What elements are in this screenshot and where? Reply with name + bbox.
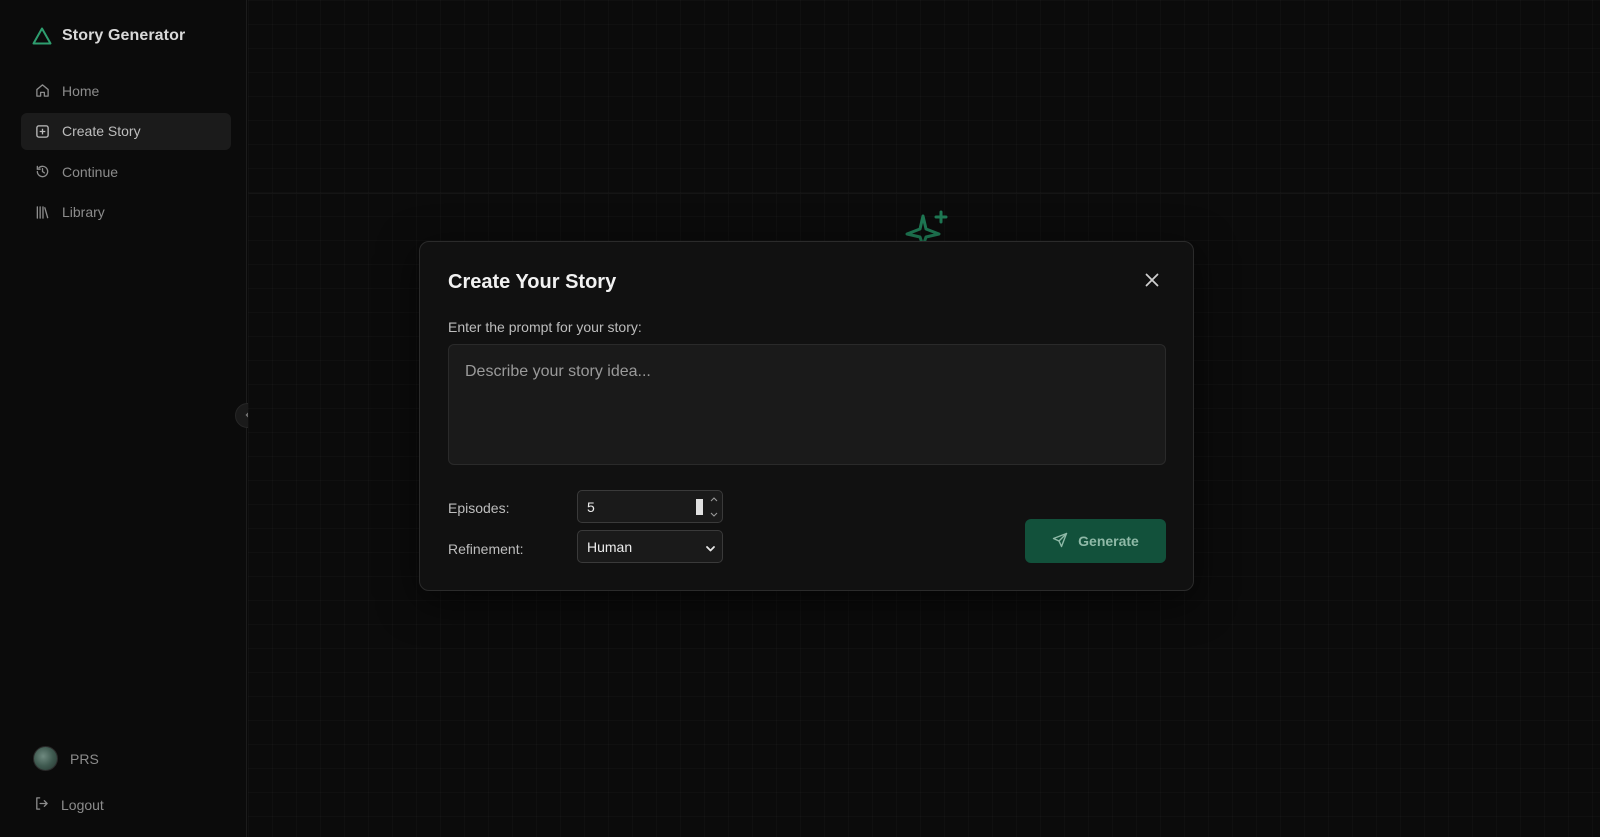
send-icon xyxy=(1052,532,1068,551)
sidebar-item-create-story[interactable]: Create Story xyxy=(21,112,231,150)
refinement-label: Refinement: xyxy=(448,541,524,557)
home-icon xyxy=(34,83,50,99)
create-story-dialog: Create Your Story Enter the prompt for y… xyxy=(419,241,1194,591)
sidebar-item-library[interactable]: Library xyxy=(21,194,231,231)
user-name: PRS xyxy=(70,750,99,767)
dialog-title: Create Your Story xyxy=(448,271,617,293)
app-root: Story Generator Home Create Story Contin… xyxy=(0,0,1600,837)
logout-button[interactable]: Logout xyxy=(34,796,104,814)
close-button[interactable] xyxy=(1142,272,1162,292)
logout-label: Logout xyxy=(61,797,104,813)
text-cursor xyxy=(696,499,703,515)
episodes-input[interactable]: 5 xyxy=(577,490,723,523)
plus-square-icon xyxy=(34,123,50,139)
episodes-stepper xyxy=(706,492,722,522)
generate-button[interactable]: Generate xyxy=(1025,519,1166,563)
prompt-label: Enter the prompt for your story: xyxy=(448,319,642,335)
sidebar-item-label: Library xyxy=(62,204,105,220)
sidebar-item-label: Continue xyxy=(62,163,119,180)
divider xyxy=(248,193,1600,194)
app-title: Story Generator xyxy=(62,27,186,44)
triangle-logo-icon xyxy=(32,27,52,45)
logout-icon xyxy=(34,796,49,814)
sidebar-item-continue[interactable]: Continue xyxy=(21,153,231,190)
close-icon xyxy=(1145,273,1159,292)
episodes-value: 5 xyxy=(587,498,595,515)
refinement-value: Human xyxy=(587,538,633,555)
sidebar-item-label: Home xyxy=(62,82,100,99)
generate-label: Generate xyxy=(1078,533,1139,549)
history-icon xyxy=(34,164,50,180)
sidebar: Story Generator Home Create Story Contin… xyxy=(0,0,247,837)
refinement-select[interactable]: Human xyxy=(577,530,723,563)
episodes-label: Episodes: xyxy=(448,500,510,516)
avatar xyxy=(33,746,58,771)
decrement-button[interactable] xyxy=(707,508,721,522)
user-profile[interactable]: PRS xyxy=(33,746,99,771)
increment-button[interactable] xyxy=(707,492,721,506)
brand[interactable]: Story Generator xyxy=(32,24,185,48)
chevron-down-icon xyxy=(705,541,716,559)
sidebar-nav: Home Create Story Continue Library xyxy=(21,72,231,234)
sidebar-item-home[interactable]: Home xyxy=(21,72,231,109)
sidebar-item-label: Create Story xyxy=(62,123,141,139)
library-icon xyxy=(34,204,50,220)
story-prompt-input[interactable] xyxy=(448,344,1166,465)
